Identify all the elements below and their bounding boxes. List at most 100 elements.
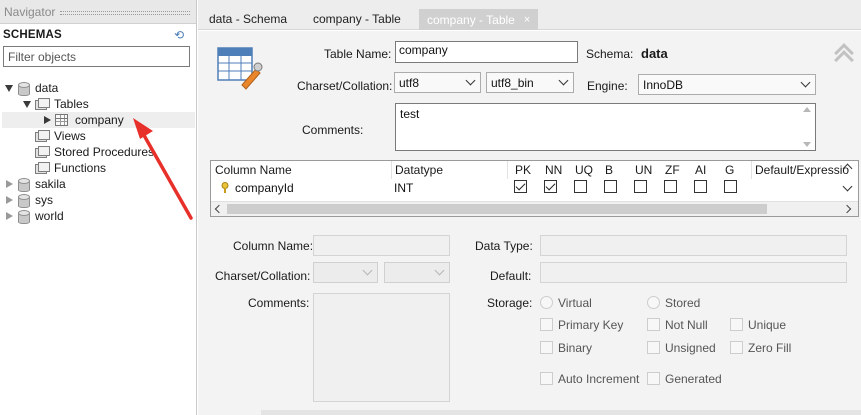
column-header-pk[interactable]: PK bbox=[515, 163, 531, 177]
ai-checkbox[interactable] bbox=[694, 180, 707, 193]
column-header-zf[interactable]: ZF bbox=[665, 163, 680, 177]
database-icon bbox=[17, 193, 30, 208]
column-charset-select[interactable] bbox=[313, 262, 378, 283]
collation-select[interactable]: utf8_bin bbox=[486, 72, 574, 93]
tab-company-table[interactable]: company - Table bbox=[305, 8, 409, 30]
column-collation-select[interactable] bbox=[384, 262, 450, 283]
columns-grid[interactable]: Column Name Datatype PK NN UQ B UN ZF AI… bbox=[210, 160, 859, 217]
scroll-right-icon[interactable] bbox=[842, 204, 852, 214]
chevron-down-icon[interactable] bbox=[842, 181, 853, 192]
virtual-radio[interactable] bbox=[540, 296, 553, 309]
engine-value: InnoDB bbox=[643, 78, 684, 92]
tree-item-tables[interactable]: Tables bbox=[22, 96, 89, 112]
schemas-title: SCHEMAS bbox=[3, 29, 62, 41]
uq-checkbox[interactable] bbox=[574, 180, 587, 193]
not-null-checkbox[interactable] bbox=[647, 318, 660, 331]
collation-value: utf8_bin bbox=[491, 76, 534, 90]
table-editor: Table Name: company Schema: data Charset… bbox=[198, 31, 861, 415]
binary-checkbox[interactable] bbox=[540, 341, 553, 354]
column-header-b[interactable]: B bbox=[605, 163, 613, 177]
zero-fill-label: Zero Fill bbox=[748, 341, 792, 355]
primary-key-icon bbox=[221, 182, 229, 193]
chevron-down-icon bbox=[364, 266, 372, 274]
column-name-input[interactable] bbox=[313, 235, 450, 256]
scroll-left-icon[interactable] bbox=[214, 204, 224, 214]
unsigned-checkbox[interactable] bbox=[647, 341, 660, 354]
tree-item-label: world bbox=[35, 209, 64, 223]
navigator-panel: Navigator SCHEMAS ⟲ data Tables company … bbox=[0, 0, 197, 415]
tree-item-functions[interactable]: Functions bbox=[35, 160, 106, 176]
tree-item-stored-procedures[interactable]: Stored Procedures bbox=[35, 144, 154, 160]
tree-item-sys[interactable]: sys bbox=[4, 192, 53, 208]
nn-checkbox[interactable] bbox=[544, 180, 557, 193]
tree-item-sakila[interactable]: sakila bbox=[4, 176, 66, 192]
column-header-datatype[interactable]: Datatype bbox=[395, 163, 443, 177]
generated-checkbox[interactable] bbox=[647, 372, 660, 385]
column-name-label: Column Name: bbox=[233, 239, 314, 253]
not-null-label: Not Null bbox=[665, 318, 708, 332]
folder-icon bbox=[35, 146, 50, 158]
un-checkbox[interactable] bbox=[634, 180, 647, 193]
datatype-cell[interactable]: INT bbox=[394, 181, 413, 195]
tree-item-world[interactable]: world bbox=[4, 208, 64, 224]
primary-key-label: Primary Key bbox=[558, 318, 624, 332]
tree-item-label: Tables bbox=[54, 97, 89, 111]
expand-arrow-icon[interactable] bbox=[42, 115, 52, 125]
collapse-arrow-icon[interactable] bbox=[22, 99, 32, 109]
generated-label: Generated bbox=[665, 372, 722, 386]
auto-increment-checkbox[interactable] bbox=[540, 372, 553, 385]
zf-checkbox[interactable] bbox=[664, 180, 677, 193]
g-checkbox[interactable] bbox=[724, 180, 737, 193]
column-header-g[interactable]: G bbox=[725, 163, 734, 177]
charset-select[interactable]: utf8 bbox=[394, 72, 481, 93]
comments-value: test bbox=[400, 107, 420, 121]
tree-item-data[interactable]: data bbox=[4, 80, 58, 96]
tree-item-views[interactable]: Views bbox=[35, 128, 86, 144]
column-charset-label: Charset/Collation: bbox=[215, 269, 311, 283]
tree-item-label: Stored Procedures bbox=[54, 145, 155, 159]
zero-fill-checkbox[interactable] bbox=[730, 341, 743, 354]
engine-select[interactable]: InnoDB bbox=[638, 74, 816, 95]
filter-objects-input[interactable] bbox=[3, 46, 190, 67]
default-input[interactable] bbox=[540, 262, 847, 283]
auto-increment-label: Auto Increment bbox=[558, 372, 640, 386]
table-comments-textarea[interactable]: test bbox=[395, 103, 816, 151]
refresh-icon[interactable]: ⟲ bbox=[174, 28, 184, 42]
b-checkbox[interactable] bbox=[604, 180, 617, 193]
column-header-nn[interactable]: NN bbox=[545, 163, 562, 177]
unique-checkbox[interactable] bbox=[730, 318, 743, 331]
stored-radio[interactable] bbox=[647, 296, 660, 309]
panel-grip[interactable] bbox=[60, 11, 190, 15]
close-tab-icon[interactable]: × bbox=[524, 14, 530, 26]
column-header-default[interactable]: Default/Expressio bbox=[755, 163, 849, 177]
primary-key-checkbox[interactable] bbox=[540, 318, 553, 331]
data-type-input[interactable] bbox=[540, 235, 847, 256]
scrollbar-thumb[interactable] bbox=[227, 204, 767, 214]
expand-arrow-icon[interactable] bbox=[4, 179, 14, 189]
stored-label: Stored bbox=[665, 296, 701, 310]
collapse-panel-icon[interactable] bbox=[833, 42, 853, 62]
tab-label: company - Table bbox=[313, 12, 401, 26]
column-header-ai[interactable]: AI bbox=[695, 163, 706, 177]
tab-data-schema[interactable]: data - Schema bbox=[201, 8, 295, 30]
collapse-arrow-icon[interactable] bbox=[4, 83, 14, 93]
unsigned-label: Unsigned bbox=[665, 341, 716, 355]
expand-arrow-icon[interactable] bbox=[4, 195, 14, 205]
default-label: Default: bbox=[490, 269, 532, 283]
column-header-uq[interactable]: UQ bbox=[575, 163, 593, 177]
storage-label: Storage: bbox=[487, 296, 533, 310]
scroll-up-icon[interactable] bbox=[803, 107, 811, 112]
tab-label: company - Table bbox=[427, 12, 515, 27]
column-name-cell[interactable]: companyId bbox=[235, 181, 294, 195]
scroll-down-icon[interactable] bbox=[803, 142, 811, 147]
pk-checkbox[interactable] bbox=[514, 180, 527, 193]
tree-item-company[interactable]: company bbox=[2, 112, 195, 128]
column-header-name[interactable]: Column Name bbox=[215, 163, 292, 177]
expand-arrow-icon[interactable] bbox=[4, 211, 14, 221]
tab-company-table-active[interactable]: company - Table × bbox=[419, 9, 539, 30]
column-comments-textarea[interactable] bbox=[313, 293, 450, 402]
engine-label: Engine: bbox=[587, 79, 628, 93]
table-name-input[interactable]: company bbox=[395, 41, 578, 63]
horizontal-scrollbar[interactable] bbox=[211, 201, 858, 216]
column-header-un[interactable]: UN bbox=[635, 163, 652, 177]
